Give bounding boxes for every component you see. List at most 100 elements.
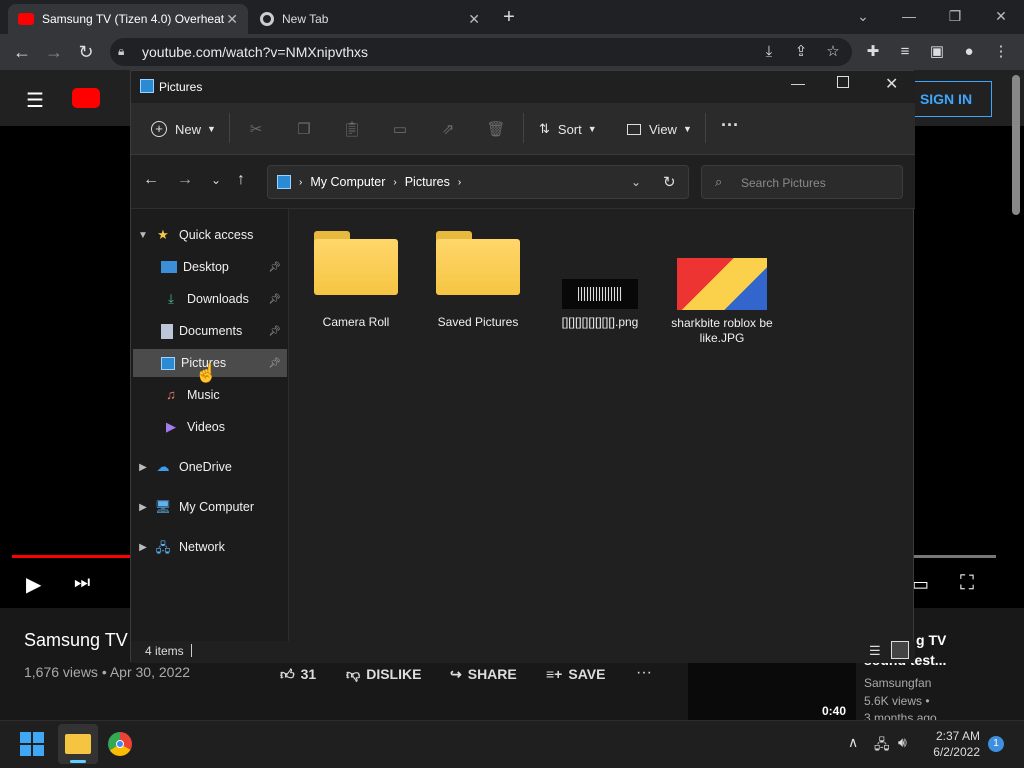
search-placeholder[interactable]: Search Pictures: [741, 176, 826, 190]
file-png[interactable]: [][][][][][][][].png: [547, 231, 653, 329]
dislike-button[interactable]: 👎︎ DISLIKE: [346, 666, 421, 683]
image-thumbnail-icon: [562, 279, 638, 309]
notification-badge[interactable]: 1: [988, 736, 1004, 752]
close-button[interactable]: ✕: [885, 74, 898, 94]
nav-network[interactable]: ▶ 🖧 Network: [133, 533, 287, 561]
play-icon[interactable]: ▶: [26, 572, 41, 597]
forward-button[interactable]: →: [42, 41, 66, 63]
details-view-icon[interactable]: ☰: [869, 643, 881, 659]
forward-arrow-icon[interactable]: →: [177, 171, 193, 189]
reload-button[interactable]: ↻: [74, 41, 98, 63]
clock-time[interactable]: 2:37 AM: [934, 729, 980, 743]
youtube-logo-icon[interactable]: [72, 88, 100, 108]
folder-camera-roll[interactable]: Camera Roll: [303, 231, 409, 329]
share-icon[interactable]: ⇪: [790, 42, 812, 62]
nav-downloads[interactable]: ⤓ Downloads 📌︎: [133, 285, 287, 313]
copy-icon[interactable]: ❐: [293, 119, 315, 141]
close-tab-icon[interactable]: ✕: [468, 11, 480, 28]
nav-videos[interactable]: ▶ Videos: [133, 413, 287, 441]
close-tab-icon[interactable]: ✕: [226, 11, 238, 28]
up-arrow-icon[interactable]: ↑: [237, 171, 245, 189]
show-hidden-icons-icon[interactable]: ∧: [848, 734, 858, 751]
tab-youtube[interactable]: Samsung TV (Tizen 4.0) Overheat ✕: [8, 4, 248, 34]
media-icon[interactable]: ≡: [894, 42, 916, 62]
nav-onedrive[interactable]: ▶ ☁ OneDrive: [133, 453, 287, 481]
pin-icon[interactable]: 📌︎: [268, 326, 281, 337]
back-button[interactable]: ←: [10, 41, 34, 63]
chevron-down-icon[interactable]: ▼: [133, 230, 153, 241]
tab-new-tab[interactable]: New Tab ✕: [250, 4, 490, 34]
paste-icon[interactable]: 📋︎: [341, 119, 363, 141]
extensions-icon[interactable]: ✚: [862, 42, 884, 62]
clock-date[interactable]: 6/2/2022: [930, 745, 980, 759]
windows-start-icon[interactable]: [20, 732, 44, 756]
volume-icon[interactable]: 🔊︎: [898, 734, 907, 751]
file-jpg[interactable]: sharkbite roblox be like.JPG: [669, 231, 775, 346]
cut-icon[interactable]: ✂: [245, 119, 267, 141]
chevron-down-icon: ▼: [587, 124, 597, 134]
more-actions-icon[interactable]: ···: [636, 664, 652, 682]
side-panel-icon[interactable]: ▣: [926, 42, 948, 62]
url-text[interactable]: youtube.com/watch?v=NMXnipvthxs: [142, 44, 368, 60]
like-button[interactable]: 👍︎ 31: [280, 666, 316, 683]
view-icon: [627, 123, 641, 135]
file-explorer-window: Pictures — ✕ + New ▼ ✂ ❐ 📋︎ ▭ ⇗ 🗑︎ ⇅ Sor…: [130, 70, 915, 663]
divider: [705, 113, 706, 143]
pin-icon[interactable]: 📌︎: [268, 358, 281, 369]
new-tab-button[interactable]: +: [496, 6, 522, 28]
folder-saved-pictures[interactable]: Saved Pictures: [425, 231, 531, 329]
share-button[interactable]: ↪ SHARE: [450, 666, 517, 683]
page-scrollbar[interactable]: [1012, 75, 1020, 215]
new-button[interactable]: + New ▼: [151, 115, 216, 143]
maximize-button[interactable]: [837, 76, 849, 88]
pin-icon[interactable]: 📌︎: [268, 262, 281, 273]
breadcrumb-my-computer[interactable]: My Computer: [310, 175, 385, 189]
sort-button[interactable]: ⇅ Sort ▼: [539, 115, 597, 143]
nav-label: Videos: [187, 420, 225, 434]
back-arrow-icon[interactable]: ←: [143, 171, 159, 189]
chevron-right-icon[interactable]: ▶: [133, 462, 153, 473]
fullscreen-icon[interactable]: ⛶: [960, 572, 974, 595]
next-icon[interactable]: ⏭: [74, 572, 90, 593]
breadcrumb-pictures[interactable]: Pictures: [405, 175, 450, 189]
video-progress-fill: [12, 555, 132, 558]
chevron-right-icon[interactable]: ▶: [133, 502, 153, 513]
nav-label: Network: [179, 540, 225, 554]
save-button[interactable]: ≡+ SAVE: [546, 666, 605, 682]
refresh-icon[interactable]: ↻: [663, 173, 676, 191]
theater-icon[interactable]: ▭: [912, 574, 929, 595]
file-name: sharkbite roblox be like.JPG: [671, 316, 773, 345]
hamburger-icon[interactable]: ☰: [26, 88, 44, 113]
sign-in-label: SIGN IN: [919, 91, 973, 107]
tab-search-icon[interactable]: ⌄: [840, 4, 886, 28]
network-status-icon[interactable]: 🖧: [874, 734, 890, 758]
profile-icon[interactable]: ●: [958, 42, 980, 62]
close-window-button[interactable]: ✕: [978, 4, 1024, 28]
rename-icon[interactable]: ▭: [389, 119, 411, 141]
like-count: 31: [300, 666, 317, 682]
nav-my-computer[interactable]: ▶ 🖥︎ My Computer: [133, 493, 287, 521]
path-dropdown-icon[interactable]: ⌄: [631, 175, 641, 189]
more-options-icon[interactable]: ···: [721, 115, 739, 136]
minimize-button[interactable]: —: [791, 75, 805, 91]
chevron-right-icon[interactable]: ▶: [133, 542, 153, 553]
install-icon[interactable]: ⤓: [758, 42, 780, 62]
pin-icon[interactable]: 📌︎: [268, 294, 281, 305]
nav-music[interactable]: ♫ Music: [133, 381, 287, 409]
view-button[interactable]: View ▼: [627, 115, 692, 143]
restore-button[interactable]: ❐: [932, 4, 978, 28]
thumbs-up-icon: 👍︎: [280, 666, 295, 682]
nav-quick-access[interactable]: ▼ ★ Quick access: [133, 221, 287, 249]
lock-icon[interactable]: 🔒︎: [118, 44, 124, 59]
delete-icon[interactable]: 🗑︎: [485, 119, 507, 141]
recent-locations-icon[interactable]: ⌄: [211, 173, 221, 187]
nav-documents[interactable]: Documents 📌︎: [133, 317, 287, 345]
nav-desktop[interactable]: Desktop 📌︎: [133, 253, 287, 281]
sort-icon: ⇅: [539, 121, 550, 136]
bookmark-star-icon[interactable]: ☆: [822, 42, 844, 62]
minimize-button[interactable]: —: [886, 4, 932, 28]
share-icon[interactable]: ⇗: [437, 119, 459, 141]
folder-icon: [65, 734, 91, 754]
menu-icon[interactable]: ⋮: [990, 42, 1012, 62]
large-icons-view-icon[interactable]: [891, 641, 909, 659]
